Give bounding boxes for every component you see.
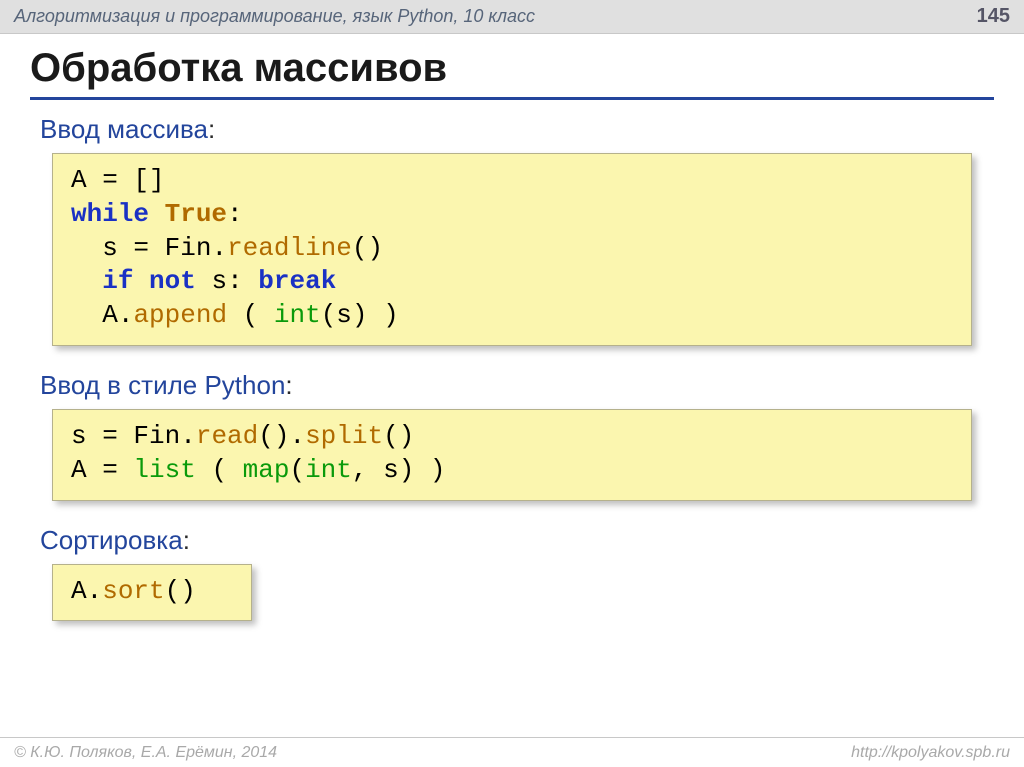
code-keyword: while xyxy=(71,199,149,229)
code-block-2: s = Fin.read().split() A = list ( map(in… xyxy=(52,409,972,501)
code-builtin: list xyxy=(133,455,195,485)
code-fn: readline xyxy=(227,233,352,263)
code-token: [] xyxy=(133,165,164,195)
slide-title: Обработка массивов xyxy=(30,42,994,97)
code-token: A. xyxy=(102,300,133,330)
code-block-1: A = [] while True: s = Fin.readline() if… xyxy=(52,153,972,346)
code-fn: split xyxy=(305,421,383,451)
slide-body: Обработка массивов Ввод массива: A = [] … xyxy=(0,34,1024,639)
code-token: () xyxy=(165,576,196,606)
title-underline xyxy=(30,97,994,100)
code-keyword: not xyxy=(149,266,196,296)
code-token: ( xyxy=(196,455,243,485)
code-token: A xyxy=(71,455,87,485)
footer-bar: © К.Ю. Поляков, Е.А. Ерёмин, 2014 http:/… xyxy=(0,737,1024,767)
colon: : xyxy=(183,525,190,555)
code-token: = xyxy=(87,165,134,195)
code-indent xyxy=(71,300,102,330)
code-token: s xyxy=(71,421,87,451)
code-fn: append xyxy=(133,300,227,330)
footer-url: http://kpolyakov.spb.ru xyxy=(851,744,1010,762)
code-token: (s) ) xyxy=(321,300,399,330)
code-token: : xyxy=(227,199,243,229)
code-const: True xyxy=(165,199,227,229)
code-token: A. xyxy=(71,576,102,606)
code-token: = xyxy=(87,421,134,451)
code-token xyxy=(149,199,165,229)
code-builtin: int xyxy=(274,300,321,330)
code-token: ( xyxy=(289,455,305,485)
code-token: A xyxy=(71,165,87,195)
code-token: s xyxy=(102,233,118,263)
section-input-array: Ввод массива: xyxy=(40,114,994,145)
header-bar: Алгоритмизация и программирование, язык … xyxy=(0,0,1024,34)
code-fn: read xyxy=(196,421,258,451)
code-token: () xyxy=(352,233,383,263)
code-token: (). xyxy=(258,421,305,451)
section-input-python: Ввод в стиле Python: xyxy=(40,370,994,401)
code-keyword: if xyxy=(102,266,133,296)
code-indent xyxy=(71,233,102,263)
colon: : xyxy=(208,114,215,144)
section-label-kw: Python xyxy=(204,370,285,400)
section-label-text: Ввод в стиле xyxy=(40,370,204,400)
code-builtin: map xyxy=(243,455,290,485)
colon: : xyxy=(285,370,292,400)
code-token: , s) ) xyxy=(352,455,446,485)
code-token: = xyxy=(87,455,134,485)
page-number: 145 xyxy=(977,5,1010,28)
footer-copyright: © К.Ю. Поляков, Е.А. Ерёмин, 2014 xyxy=(14,744,277,762)
slide: Алгоритмизация и программирование, язык … xyxy=(0,0,1024,767)
code-token: s: xyxy=(196,266,258,296)
code-token xyxy=(133,266,149,296)
section-label-text: Сортировка xyxy=(40,525,183,555)
code-block-3: A.sort() xyxy=(52,564,252,622)
code-indent xyxy=(71,266,102,296)
section-label-text: Ввод массива xyxy=(40,114,208,144)
code-token: Fin. xyxy=(165,233,227,263)
code-token: = xyxy=(118,233,165,263)
code-token: Fin. xyxy=(133,421,195,451)
course-title: Алгоритмизация и программирование, язык … xyxy=(14,6,535,27)
code-keyword: break xyxy=(258,266,336,296)
section-sort: Сортировка: xyxy=(40,525,994,556)
code-token: () xyxy=(383,421,414,451)
code-builtin: int xyxy=(305,455,352,485)
code-token: ( xyxy=(227,300,274,330)
code-fn: sort xyxy=(102,576,164,606)
